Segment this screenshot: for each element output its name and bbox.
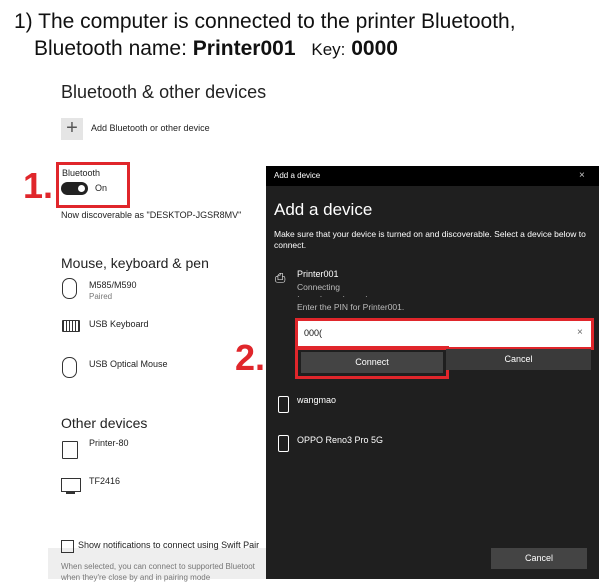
dialog-list-item[interactable]: OPPO Reno3 Pro 5G — [297, 435, 383, 445]
swift-pair-checkbox[interactable] — [61, 540, 74, 553]
dialog-cancel-button[interactable]: Cancel — [491, 548, 587, 569]
phone-icon — [278, 435, 289, 452]
device-name[interactable]: TF2416 — [89, 476, 120, 486]
pin-value: 000( — [304, 328, 323, 338]
dialog-titlebar-text: Add a device — [274, 171, 321, 180]
cancel-button[interactable]: Cancel — [446, 349, 591, 370]
swift-pair-label[interactable]: Show notifications to connect using Swif… — [78, 540, 259, 550]
dialog-list-item[interactable]: wangmao — [297, 395, 336, 405]
instruction-text: 1) The computer is connected to the prin… — [14, 8, 516, 63]
mouse-section-title: Mouse, keyboard & pen — [61, 255, 209, 271]
toggle-state: On — [95, 183, 108, 193]
swift-pair-description: When selected, you can connect to suppor… — [61, 562, 255, 582]
dialog-device-status: Connecting — [297, 282, 341, 292]
plus-icon: + — [66, 117, 78, 139]
phone-icon — [278, 396, 289, 413]
mouse-icon — [62, 357, 77, 378]
step-marker-1: 1. — [23, 165, 54, 206]
instruction-line-1: 1) The computer is connected to the prin… — [14, 10, 516, 33]
bt-name-value: Printer001 — [192, 37, 296, 60]
device-name[interactable]: USB Optical Mouse — [89, 359, 168, 369]
bt-name-label: Bluetooth name: — [34, 37, 187, 60]
device-status: Paired — [89, 292, 113, 301]
step-marker-2: 2. — [235, 337, 266, 378]
monitor-stand — [66, 492, 75, 494]
device-name[interactable]: Printer-80 — [89, 438, 129, 448]
connect-highlight: Connect — [295, 346, 449, 379]
printer-icon — [62, 441, 78, 459]
key-value: 0000 — [351, 37, 398, 60]
bluetooth-label: Bluetooth — [62, 168, 101, 178]
monitor-icon — [61, 478, 81, 492]
add-device-button[interactable]: + — [61, 118, 83, 140]
device-name[interactable]: M585/M590 — [89, 280, 137, 290]
dialog-device-name[interactable]: Printer001 — [297, 269, 339, 279]
connect-button[interactable]: Connect — [301, 352, 443, 373]
dialog-intro: Make sure that your device is turned on … — [274, 229, 586, 250]
add-device-dialog: Add a device × Add a device Make sure th… — [266, 166, 599, 579]
key-label: Key: — [311, 40, 346, 59]
close-icon[interactable]: × — [579, 170, 585, 181]
add-device-label[interactable]: Add Bluetooth or other device — [91, 123, 210, 133]
other-section-title: Other devices — [61, 415, 148, 431]
mouse-icon — [62, 278, 77, 299]
discoverable-text: Now discoverable as "DESKTOP-JGSR8MV" — [61, 210, 242, 220]
settings-title: Bluetooth & other devices — [61, 82, 267, 102]
keyboard-icon — [62, 320, 80, 332]
device-name[interactable]: USB Keyboard — [89, 319, 149, 329]
bluetooth-toggle[interactable] — [61, 182, 88, 195]
pin-prompt: Enter the PIN for Printer001. — [297, 302, 405, 312]
instruction-line-2: Bluetooth name: Printer001 Key: 0000 — [14, 35, 516, 63]
progress-dots: ···· — [297, 292, 388, 301]
printer-icon: ⎙ — [275, 270, 286, 285]
clear-icon[interactable]: × — [577, 327, 583, 338]
dialog-heading: Add a device — [274, 200, 373, 219]
